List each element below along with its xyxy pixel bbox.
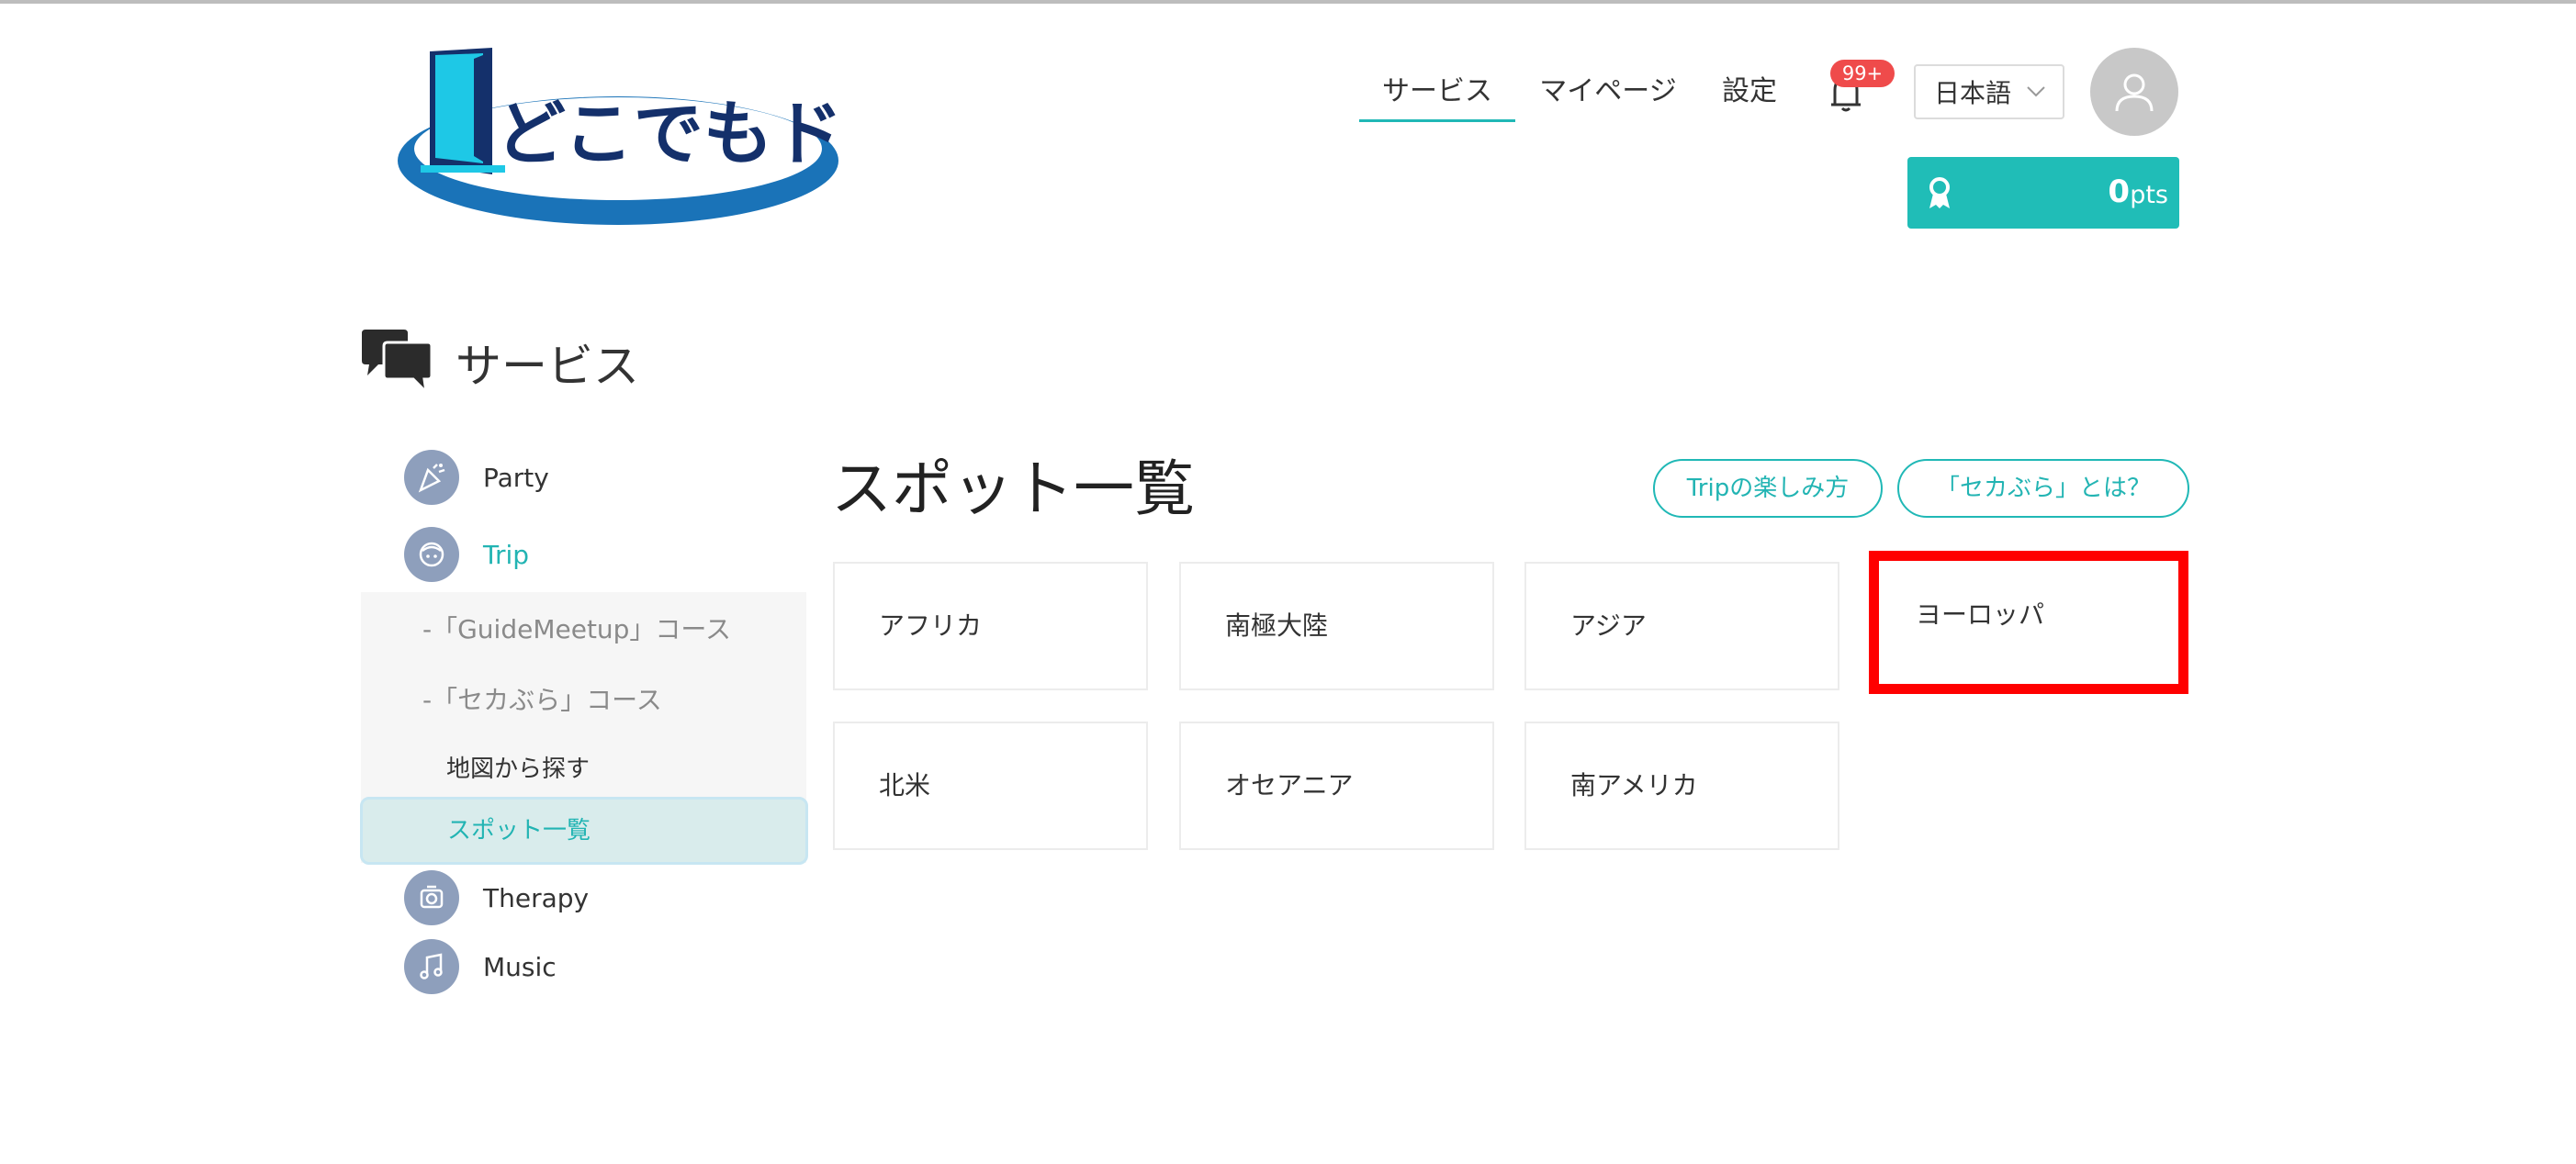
sidebar-item-trip[interactable]: Trip	[404, 524, 529, 585]
region-card-label: ヨーロッパ	[1916, 599, 2045, 630]
user-icon	[2115, 73, 2154, 112]
ribbon-icon	[1926, 177, 1953, 210]
music-icon	[404, 939, 459, 994]
region-card-label: 北米	[879, 770, 931, 800]
region-card-africa[interactable]: アフリカ	[833, 562, 1148, 690]
trip-icon	[404, 527, 459, 582]
page-heading: サービス	[358, 326, 639, 399]
page-title: サービス	[456, 340, 639, 393]
nav-mypage[interactable]: マイページ	[1539, 68, 1677, 119]
language-select[interactable]: 日本語	[1914, 64, 2064, 119]
door-logo-icon: どこでもドア	[398, 48, 843, 225]
sidebar-item-label: Therapy	[483, 882, 590, 913]
submenu-spot-list-label: スポット一覧	[447, 817, 591, 845]
sidebar-item-therapy[interactable]: Therapy	[404, 867, 589, 928]
svg-text:どこでもドア: どこでもドア	[496, 93, 843, 174]
sidebar-item-label: Trip	[483, 539, 530, 570]
therapy-icon	[404, 870, 459, 925]
sidebar-item-party[interactable]: Party	[404, 447, 549, 508]
region-card-north-america[interactable]: 北米	[833, 722, 1148, 850]
spot-list-title: スポット一覧	[831, 453, 1195, 524]
region-card-antarctica[interactable]: 南極大陸	[1179, 562, 1494, 690]
submenu-guidemeetup-course[interactable]: -「GuideMeetup」コース	[422, 610, 731, 646]
region-card-label: アフリカ	[879, 610, 983, 641]
region-card-label: 南極大陸	[1225, 610, 1329, 641]
region-card-europe[interactable]: ヨーロッパ	[1869, 551, 2188, 694]
chat-bubbles-icon	[358, 328, 435, 397]
window-top-border	[0, 0, 2576, 4]
submenu-sekabura-course[interactable]: -「セカぶら」コース	[422, 680, 662, 717]
points-value: 0	[2108, 173, 2130, 210]
submenu-search-by-map[interactable]: 地図から探す	[446, 750, 590, 784]
chevron-down-icon	[2026, 85, 2046, 98]
sidebar-item-music[interactable]: Music	[404, 936, 557, 997]
party-icon	[404, 450, 459, 505]
region-card-south-america[interactable]: 南アメリカ	[1524, 722, 1839, 850]
region-card-asia[interactable]: アジア	[1524, 562, 1839, 690]
points-balance-button[interactable]: 0 pts	[1907, 157, 2179, 229]
submenu-spot-list-active[interactable]: スポット一覧	[360, 797, 808, 865]
region-card-label: 南アメリカ	[1570, 770, 1698, 800]
site-logo[interactable]: どこでもドア	[393, 46, 843, 229]
sidebar-item-label: Music	[483, 951, 557, 982]
language-selected-value: 日本語	[1934, 78, 2012, 108]
how-to-enjoy-trip-button[interactable]: Tripの楽しみ方	[1653, 459, 1883, 518]
points-unit: pts	[2130, 181, 2168, 209]
nav-settings[interactable]: 設定	[1717, 68, 1782, 119]
sidebar-item-label: Party	[483, 462, 549, 493]
nav-services[interactable]: サービス	[1359, 68, 1515, 122]
region-card-oceania[interactable]: オセアニア	[1179, 722, 1494, 850]
region-card-label: オセアニア	[1225, 770, 1354, 800]
user-avatar[interactable]	[2090, 48, 2178, 136]
what-is-sekabura-button[interactable]: 「セカぶら」とは？	[1897, 459, 2189, 518]
region-card-label: アジア	[1570, 610, 1647, 641]
notification-count-badge: 99+	[1830, 60, 1895, 87]
